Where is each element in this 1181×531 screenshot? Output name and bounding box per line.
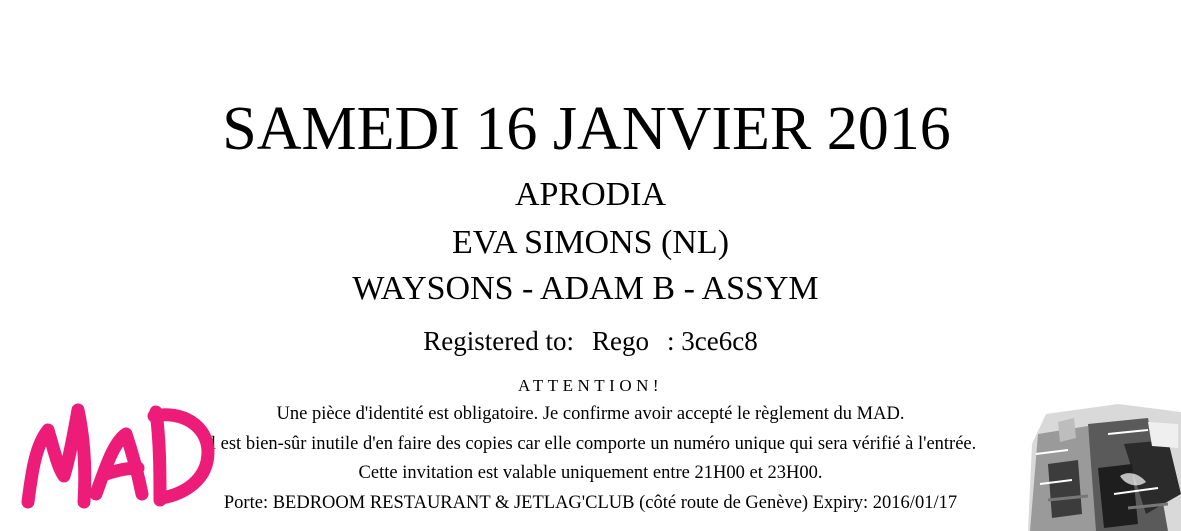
registration-line: Registered to: Rego : 3ce6c8 bbox=[0, 328, 1181, 355]
registration-name: Rego bbox=[592, 326, 649, 356]
venue-photo bbox=[1028, 404, 1181, 531]
artist-headliner: APRODIA bbox=[514, 176, 667, 213]
mad-logo bbox=[21, 403, 215, 509]
registration-label: Registered to: bbox=[423, 326, 574, 356]
artist-guest: EVA SIMONS (NL) bbox=[451, 224, 730, 261]
artist-support: WAYSONS - ADAM B - ASSYM bbox=[352, 270, 819, 307]
registration-code: : 3ce6c8 bbox=[667, 326, 758, 356]
event-date: SAMEDI 16 JANVIER 2016 bbox=[222, 95, 951, 163]
